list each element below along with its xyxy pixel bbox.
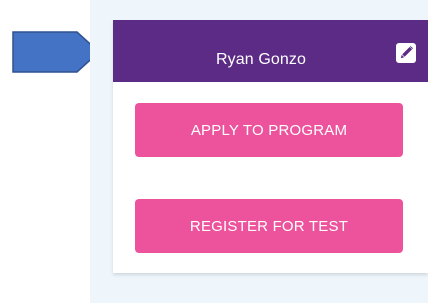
pointer-arrow-annotation xyxy=(12,31,100,73)
profile-header: Ryan Gonzo xyxy=(113,20,428,82)
register-for-test-button[interactable]: REGISTER FOR TEST xyxy=(135,199,403,253)
pencil-edit-icon[interactable] xyxy=(396,43,416,63)
screen: Ryan Gonzo APPLY TO PROGRAM REGISTER FOR… xyxy=(0,0,428,303)
apply-to-program-button[interactable]: APPLY TO PROGRAM xyxy=(135,103,403,157)
profile-card: Ryan Gonzo APPLY TO PROGRAM REGISTER FOR… xyxy=(113,20,428,273)
user-name: Ryan Gonzo xyxy=(216,51,306,68)
